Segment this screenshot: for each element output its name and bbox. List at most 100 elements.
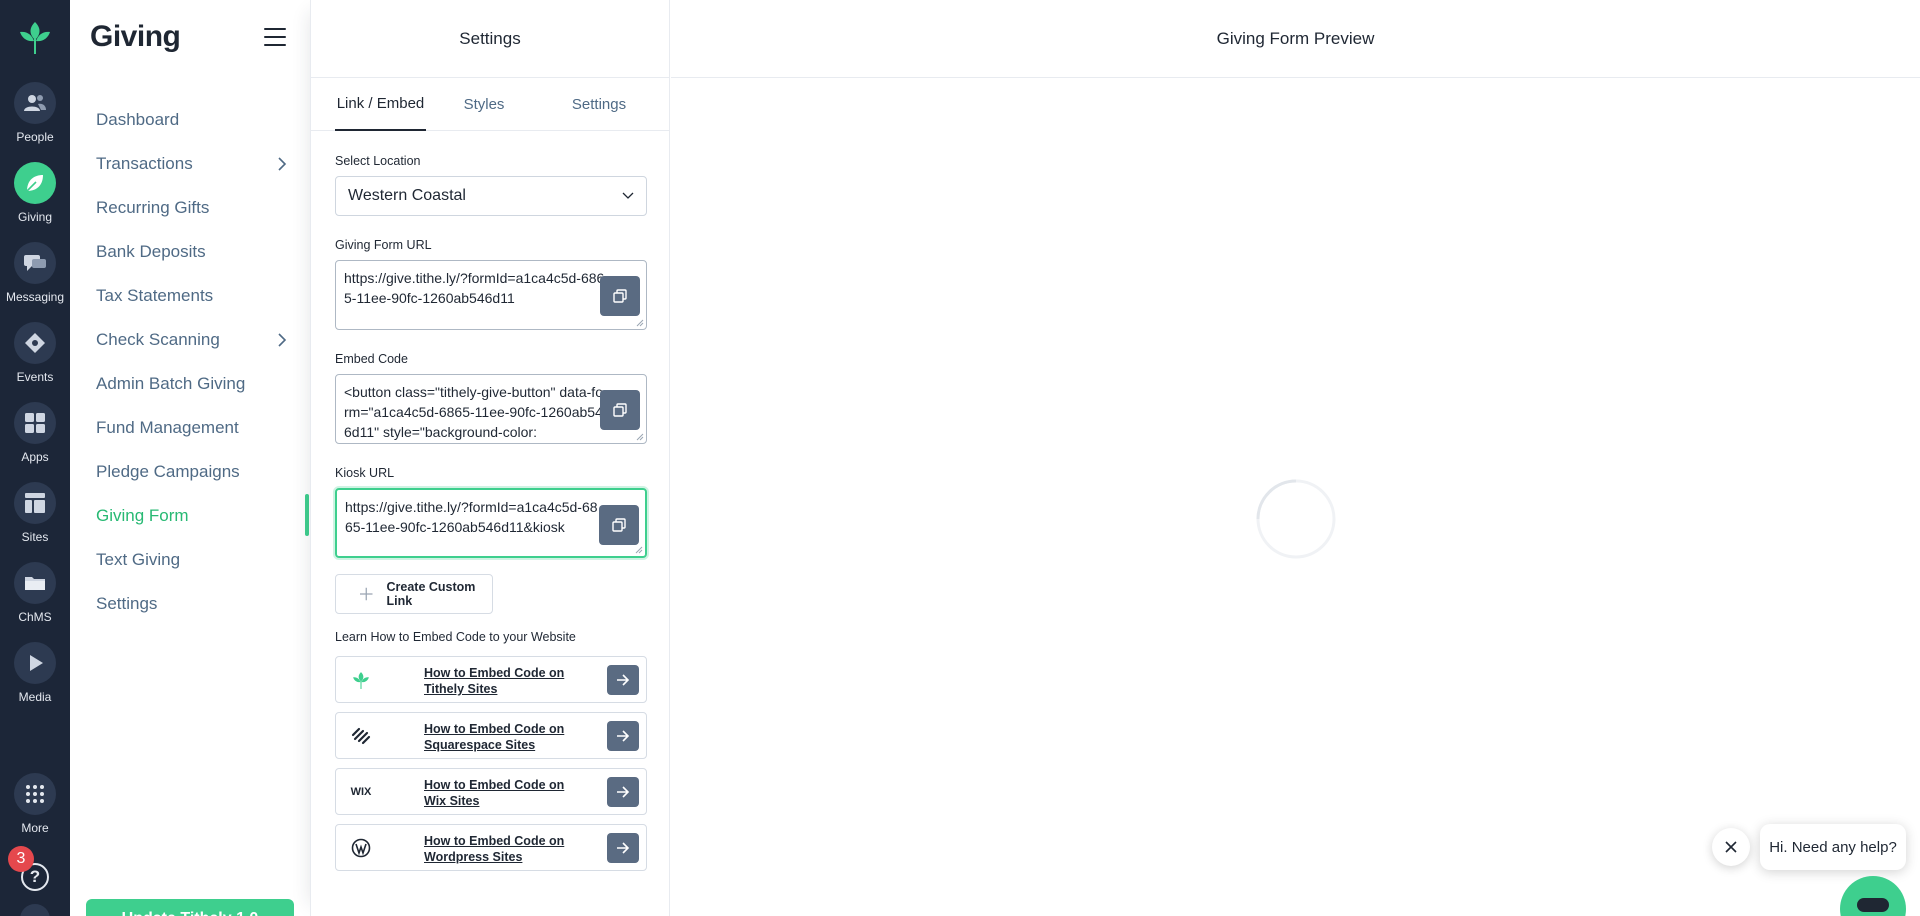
play-icon [14,642,56,684]
rail-label: ChMS [18,610,52,624]
howto-wix-card[interactable]: WIX How to Embed Code on Wix Sites [335,768,647,815]
icon-rail: People Giving Messaging Events Apps Site… [0,0,70,916]
learn-heading: Learn How to Embed Code to your Website [335,630,576,644]
howto-wordpress-card[interactable]: How to Embed Code on Wordpress Sites [335,824,647,871]
chat-greeting-bubble[interactable]: Hi. Need any help? [1760,824,1906,870]
rail-item-chms[interactable]: ChMS [0,562,70,624]
embed-code-value: <button class="tithely-give-button" data… [344,384,603,440]
loading-spinner-icon [1256,479,1336,559]
sidebar-item-label: Fund Management [96,418,239,437]
sidebar-item-pledge-campaigns[interactable]: Pledge Campaigns [70,450,310,494]
sidebar-item-bank-deposits[interactable]: Bank Deposits [70,230,310,274]
notification-badge: 3 [8,846,34,872]
howto-wix-link[interactable]: How to Embed Code on Wix Sites [424,777,574,809]
rail-item-more[interactable]: More [0,773,70,835]
arrow-right-icon [617,674,630,686]
sidebar-item-dashboard[interactable]: Dashboard [70,98,310,142]
sidebar-item-label: Check Scanning [96,330,220,349]
update-tithely-button[interactable]: Update Tithely 1.0 [86,899,294,916]
rail-item-messaging[interactable]: Messaging [0,242,70,304]
howto-tithely-card[interactable]: How to Embed Code on Tithely Sites [335,656,647,703]
apps-grid-icon [14,402,56,444]
howto-wordpress-go-button[interactable] [607,833,639,863]
sidebar-item-label: Settings [96,594,158,613]
rail-label: People [16,130,54,144]
resize-handle-icon[interactable] [636,319,644,327]
wix-logo-icon: WIX [350,781,372,803]
howto-squarespace-card[interactable]: How to Embed Code on Squarespace Sites [335,712,647,759]
rail-item-apps[interactable]: Apps [0,402,70,464]
copy-embed-code-button[interactable] [600,390,640,430]
embed-code-field[interactable]: <button class="tithely-give-button" data… [335,374,647,444]
location-select[interactable]: Western Coastal [335,176,647,216]
rail-item-events[interactable]: Events [0,322,70,384]
giving-leaf-icon [14,162,56,204]
kiosk-url-field[interactable]: https://give.tithe.ly/?formId=a1ca4c5d-6… [335,488,647,558]
rail-label: Events [16,370,54,384]
resize-handle-icon[interactable] [635,546,643,554]
howto-squarespace-go-button[interactable] [607,721,639,751]
sidebar-item-label: Pledge Campaigns [96,462,240,481]
sidebar-item-label: Recurring Gifts [96,198,210,217]
sidebar-item-text-giving[interactable]: Text Giving [70,538,310,582]
settings-panel-title: Settings [311,0,669,78]
tab-link-embed[interactable]: Link / Embed [335,78,426,131]
howto-wordpress-link[interactable]: How to Embed Code on Wordpress Sites [424,833,574,865]
tab-styles[interactable]: Styles [426,78,542,131]
create-custom-link-button[interactable]: Create Custom Link [335,574,493,614]
copy-icon [612,518,626,532]
people-icon [14,82,56,124]
copy-kiosk-url-button[interactable] [599,505,639,545]
sidebar: Giving Dashboard Transactions Recurring … [70,0,310,916]
tab-settings[interactable]: Settings [542,78,656,131]
dots-grid-icon [14,773,56,815]
tithely-logo-icon [350,669,372,691]
arrow-right-icon [617,842,630,854]
help-button[interactable]: ? 3 [8,846,56,898]
sidebar-item-admin-batch-giving[interactable]: Admin Batch Giving [70,362,310,406]
chat-close-button[interactable] [1712,828,1750,866]
howto-wix-go-button[interactable] [607,777,639,807]
rail-label: Messaging [5,290,65,304]
rail-label: More [21,821,49,835]
sidebar-item-settings[interactable]: Settings [70,582,310,626]
tithely-logo-icon[interactable] [17,18,53,56]
sidebar-item-tax-statements[interactable]: Tax Statements [70,274,310,318]
rail-item-giving[interactable]: Giving [0,162,70,224]
rail-item-sites[interactable]: Sites [0,482,70,544]
howto-tithely-link[interactable]: How to Embed Code on Tithely Sites [424,665,574,697]
chat-icon [1857,898,1889,912]
arrow-right-icon [617,730,630,742]
sidebar-item-check-scanning[interactable]: Check Scanning [70,318,310,362]
hamburger-menu-icon[interactable] [264,28,286,46]
location-select-value: Western Coastal [348,187,466,204]
sidebar-item-label: Admin Batch Giving [96,374,246,393]
sidebar-item-fund-management[interactable]: Fund Management [70,406,310,450]
select-location-label: Select Location [335,154,421,168]
rail-item-people[interactable]: People [0,82,70,144]
giving-form-url-label: Giving Form URL [335,238,432,252]
chat-icon [14,242,56,284]
chevron-right-icon [278,157,287,171]
avatar[interactable] [20,904,50,916]
wordpress-logo-icon [350,837,372,859]
rail-label: Apps [21,450,49,464]
sidebar-item-giving-form[interactable]: Giving Form [70,494,310,538]
howto-squarespace-link[interactable]: How to Embed Code on Squarespace Sites [424,721,574,753]
sidebar-item-label: Bank Deposits [96,242,206,261]
rail-label: Giving [17,210,52,224]
sites-layout-icon [14,482,56,524]
resize-handle-icon[interactable] [636,433,644,441]
copy-giving-form-url-button[interactable] [600,276,640,316]
sidebar-item-transactions[interactable]: Transactions [70,142,310,186]
rail-label: Media [18,690,52,704]
howto-tithely-go-button[interactable] [607,665,639,695]
sidebar-item-recurring-gifts[interactable]: Recurring Gifts [70,186,310,230]
kiosk-url-label: Kiosk URL [335,466,395,480]
rail-item-media[interactable]: Media [0,642,70,704]
settings-panel: Settings Link / Embed Styles Settings Se… [310,0,670,916]
giving-form-url-field[interactable]: https://give.tithe.ly/?formId=a1ca4c5d-6… [335,260,647,330]
copy-icon [613,403,627,417]
folder-icon [14,562,56,604]
sidebar-title: Giving [90,20,181,53]
